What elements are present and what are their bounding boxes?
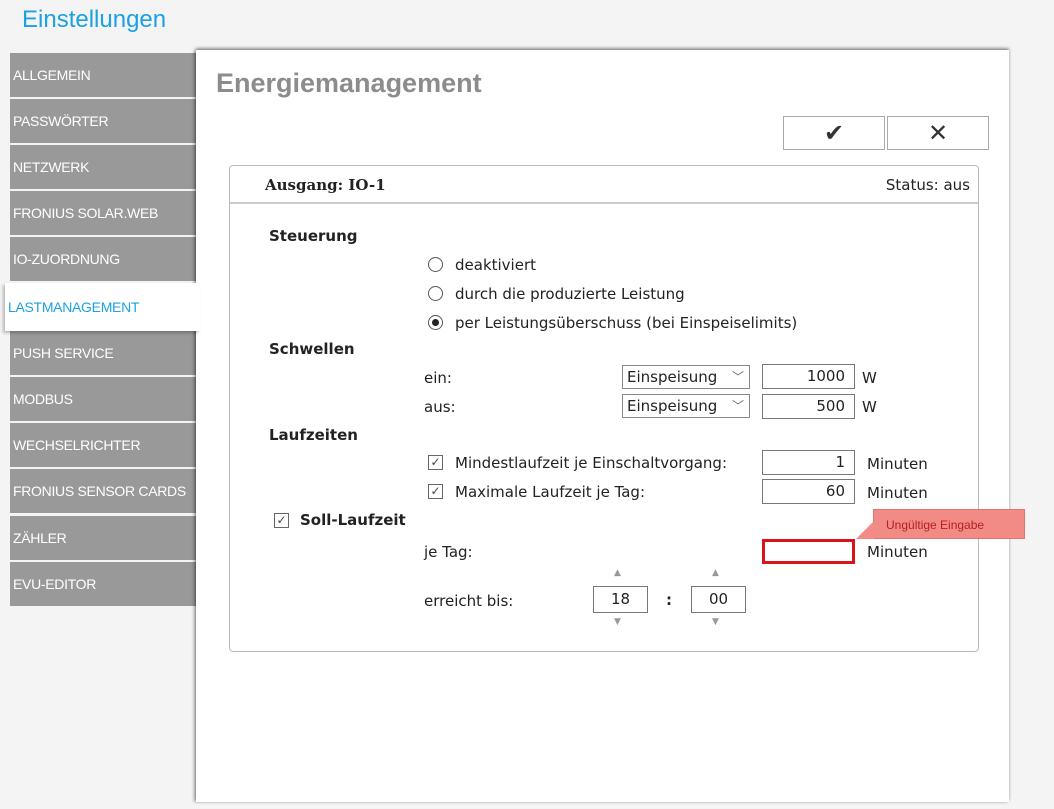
hour-down-icon[interactable]: ▼ xyxy=(614,617,621,627)
card-header: Ausgang: IO-1 Status: aus xyxy=(230,166,978,204)
hour-up-icon[interactable]: ▲ xyxy=(614,568,621,578)
chevron-down-icon: ﹀ xyxy=(731,370,744,384)
unit-label: Minuten xyxy=(867,543,928,561)
sidebar-item-allgemein[interactable]: ALLGEMEIN xyxy=(10,53,196,97)
sidebar-item-modbus[interactable]: MODBUS xyxy=(10,377,196,421)
ein-mode-select[interactable]: Einspeisung ﹀ xyxy=(622,365,750,389)
maximale-laufzeit-input[interactable]: 60 xyxy=(762,479,855,504)
page-header-title: Einstellungen xyxy=(22,6,167,33)
time-separator: : xyxy=(666,591,672,609)
close-icon: ✕ xyxy=(927,119,949,147)
je-tag-input[interactable] xyxy=(762,539,855,564)
output-card: Ausgang: IO-1 Status: aus Steuerung deak… xyxy=(229,165,979,652)
checkbox-mindestlaufzeit[interactable]: ✓ xyxy=(428,455,443,470)
checkmark-icon: ✔ xyxy=(823,119,845,147)
sidebar-item-io-zuordnung[interactable]: IO-ZUORDNUNG xyxy=(10,237,196,281)
hour-input[interactable]: 18 xyxy=(593,586,648,613)
sidebar-item-wechselrichter[interactable]: WECHSELRICHTER xyxy=(10,423,196,467)
minute-up-icon[interactable]: ▲ xyxy=(712,568,719,578)
status-label: Status: xyxy=(885,176,939,194)
aus-value-input[interactable]: 500 xyxy=(762,394,855,419)
section-schwellen: Schwellen xyxy=(269,340,355,358)
mindestlaufzeit-input[interactable]: 1 xyxy=(762,450,855,475)
radio-label: per Leistungsüberschuss (bei Einspeiseli… xyxy=(455,314,798,332)
section-laufzeiten: Laufzeiten xyxy=(269,426,358,444)
section-soll-laufzeit: Soll-Laufzeit xyxy=(300,511,406,529)
sidebar-item-push-service[interactable]: PUSH SERVICE xyxy=(10,331,196,375)
radio-deaktiviert[interactable] xyxy=(428,257,443,272)
radio-label: deaktiviert xyxy=(455,256,536,274)
chevron-down-icon: ﹀ xyxy=(731,399,744,413)
checkbox-soll-laufzeit[interactable]: ✓ xyxy=(274,513,289,528)
content-panel: Energiemanagement ✔ ✕ Ausgang: IO-1 Stat… xyxy=(196,50,1025,802)
mindestlaufzeit-label: Mindestlaufzeit je Einschaltvorgang: xyxy=(455,454,728,472)
unit-label: Minuten xyxy=(867,484,928,502)
aus-mode-select[interactable]: Einspeisung ﹀ xyxy=(622,394,750,418)
status-value: aus xyxy=(943,176,970,194)
confirm-button[interactable]: ✔ xyxy=(783,116,885,150)
ein-label: ein: xyxy=(424,369,452,387)
ein-value-input[interactable]: 1000 xyxy=(762,364,855,389)
sidebar-item-sensor-cards[interactable]: FRONIUS SENSOR CARDS xyxy=(10,469,196,513)
unit-label: W xyxy=(862,369,877,387)
unit-label: Minuten xyxy=(867,455,928,473)
sidebar-item-solarweb[interactable]: FRONIUS SOLAR.WEB xyxy=(10,191,196,235)
radio-label: durch die produzierte Leistung xyxy=(455,285,685,303)
page-title: Energiemanagement xyxy=(216,68,482,98)
radio-produzierte-leistung[interactable] xyxy=(428,286,443,301)
erreicht-bis-label: erreicht bis: xyxy=(424,592,514,610)
sidebar-item-zaehler[interactable]: ZÄHLER xyxy=(10,516,196,560)
maximale-laufzeit-label: Maximale Laufzeit je Tag: xyxy=(455,483,646,501)
section-steuerung: Steuerung xyxy=(269,227,358,245)
output-label: Ausgang: IO-1 xyxy=(265,176,386,194)
sidebar-item-evu-editor[interactable]: EVU-EDITOR xyxy=(10,562,196,606)
aus-label: aus: xyxy=(424,398,456,416)
je-tag-label: je Tag: xyxy=(424,543,473,561)
unit-label: W xyxy=(862,398,877,416)
minute-input[interactable]: 00 xyxy=(691,586,746,613)
sidebar-item-netzwerk[interactable]: NETZWERK xyxy=(10,145,196,189)
checkbox-maximale-laufzeit[interactable]: ✓ xyxy=(428,484,443,499)
error-tooltip: Ungültige Eingabe xyxy=(856,509,1025,539)
minute-down-icon[interactable]: ▼ xyxy=(712,617,719,627)
sidebar-item-passwoerter[interactable]: PASSWÖRTER xyxy=(10,99,196,143)
sidebar-item-lastmanagement[interactable]: LASTMANAGEMENT xyxy=(5,283,200,331)
cancel-button[interactable]: ✕ xyxy=(887,116,989,150)
radio-leistungsueberschuss[interactable] xyxy=(428,315,443,330)
